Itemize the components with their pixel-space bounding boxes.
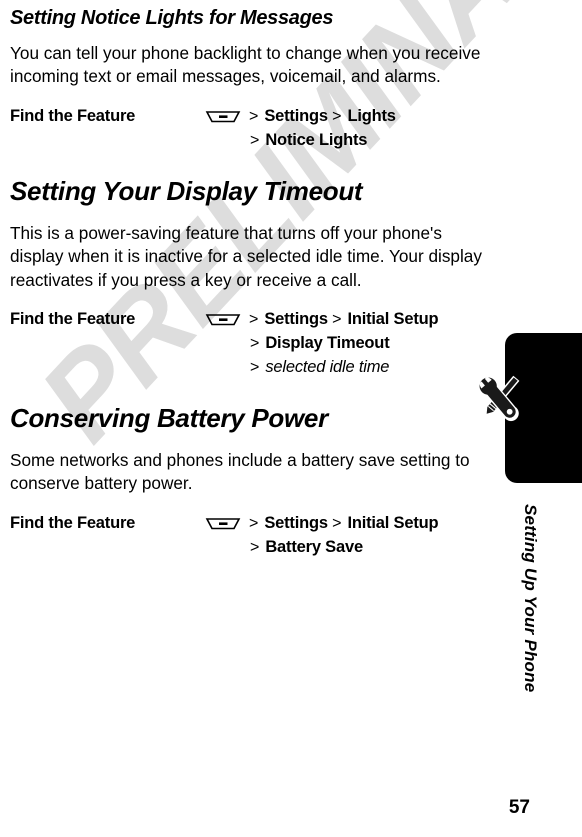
section-body-battery-power: Some networks and phones include a batte… (10, 450, 470, 494)
section-body-display-timeout: This is a power-saving feature that turn… (10, 222, 482, 290)
path-text: > Display Timeout (250, 332, 390, 355)
find-the-feature-label: Find the Feature (10, 106, 136, 125)
chapter-title-vertical: Setting Up Your Phone (506, 500, 554, 750)
chevron-separator: > (249, 311, 259, 329)
path-line: > Notice Lights (205, 129, 495, 152)
path-text: > Settings > Initial Setup (249, 308, 439, 331)
chevron-separator: > (250, 131, 260, 149)
section-heading-display-timeout: Setting Your Display Timeout (10, 175, 363, 206)
chevron-separator: > (250, 335, 260, 353)
path-item-selected-idle-time[interactable]: selected idle time (265, 358, 389, 376)
find-the-feature-path-1: > Settings > Lights > Notice Lights (205, 105, 495, 152)
path-item-settings[interactable]: Settings (264, 107, 328, 125)
path-item-initial-setup[interactable]: Initial Setup (347, 514, 438, 532)
path-line: > Battery Save (205, 536, 495, 559)
path-text: > selected idle time (250, 356, 389, 379)
chapter-title-text: Setting Up Your Phone (521, 504, 540, 693)
path-item-initial-setup[interactable]: Initial Setup (347, 310, 438, 328)
page-number: 57 (508, 797, 530, 818)
find-the-feature-path-2: > Settings > Initial Setup > Display Tim… (205, 308, 495, 379)
path-item-lights[interactable]: Lights (347, 107, 395, 125)
menu-softkey-icon[interactable] (205, 109, 241, 124)
path-item-display-timeout[interactable]: Display Timeout (265, 334, 389, 352)
path-text: > Notice Lights (250, 129, 367, 152)
find-the-feature-label: Find the Feature (10, 310, 136, 329)
chevron-separator: > (249, 107, 259, 125)
chevron-separator: > (332, 107, 342, 125)
path-text: > Settings > Initial Setup (249, 512, 439, 535)
path-text: > Battery Save (250, 536, 363, 559)
menu-softkey-icon[interactable] (205, 516, 241, 531)
section-heading-notice-lights: Setting Notice Lights for Messages (10, 7, 334, 29)
path-text: > Settings > Lights (249, 105, 396, 128)
section-heading-battery-power: Conserving Battery Power (10, 403, 328, 434)
section-body-notice-lights: You can tell your phone backlight to cha… (10, 43, 481, 87)
path-line: > Settings > Lights (205, 105, 495, 128)
chevron-separator: > (249, 514, 259, 532)
path-item-notice-lights[interactable]: Notice Lights (265, 131, 367, 149)
path-item-battery-save[interactable]: Battery Save (265, 538, 363, 556)
chevron-separator: > (332, 514, 342, 532)
path-line: > Display Timeout (205, 332, 495, 355)
find-the-feature-block-2: Find the Feature > Settings > Initial Se… (0, 308, 505, 379)
menu-softkey-icon[interactable] (205, 312, 241, 327)
wrench-screwdriver-icon (468, 368, 530, 430)
chevron-separator: > (250, 538, 260, 556)
path-line: > selected idle time (205, 356, 495, 379)
find-the-feature-label: Find the Feature (10, 513, 136, 532)
find-the-feature-block-1: Find the Feature > Settings > Lights > N… (0, 105, 505, 152)
chevron-separator: > (332, 311, 342, 329)
path-item-settings[interactable]: Settings (264, 310, 328, 328)
path-item-settings[interactable]: Settings (264, 514, 328, 532)
find-the-feature-block-3: Find the Feature > Settings > Initial Se… (0, 512, 505, 559)
path-line: > Settings > Initial Setup (205, 308, 495, 331)
manual-page: PRELIMINARY Setting Up Your Phone 57 Set… (0, 0, 582, 837)
content-column: Setting Notice Lights for Messages You c… (0, 0, 505, 559)
path-line: > Settings > Initial Setup (205, 512, 495, 535)
chevron-separator: > (250, 359, 260, 377)
find-the-feature-path-3: > Settings > Initial Setup > Battery Sav… (205, 512, 495, 559)
